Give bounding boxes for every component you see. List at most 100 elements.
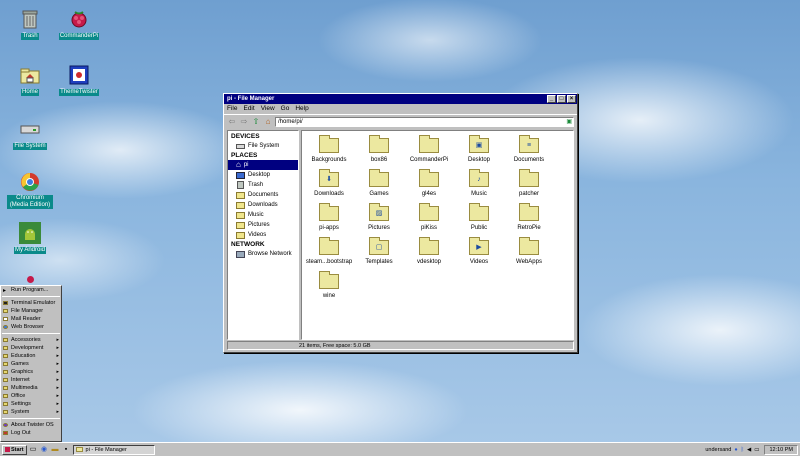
menu-item-log-out[interactable]: Log Out: [1, 429, 61, 437]
video-emblem-icon: ▶: [476, 244, 482, 251]
close-button[interactable]: ×: [567, 95, 576, 103]
file-item[interactable]: Backgrounds: [304, 135, 354, 170]
start-button[interactable]: Start: [2, 444, 27, 455]
file-name: steam...bootstrap: [305, 259, 353, 265]
file-item[interactable]: ♪ Music: [454, 169, 504, 204]
menu-category-graphics[interactable]: Graphics ▸: [1, 368, 61, 376]
file-item[interactable]: CommanderPi: [404, 135, 454, 170]
submenu-arrow-icon: ▸: [56, 369, 59, 375]
bluetooth-icon[interactable]: ᛒ: [741, 447, 744, 453]
menu-category-education[interactable]: Education ▸: [1, 352, 61, 360]
maximize-button[interactable]: □: [557, 95, 566, 103]
picture-emblem-icon: ▨: [375, 210, 383, 217]
sidebar-item-music[interactable]: Music: [228, 210, 298, 220]
toolbar: ⇦ ⇨ ⇧ ⌂ /home/pi/ ▣: [224, 114, 577, 128]
menu-category-games[interactable]: Games ▸: [1, 360, 61, 368]
file-item[interactable]: WebApps: [504, 237, 554, 272]
sidebar-item-desktop[interactable]: Desktop: [228, 170, 298, 180]
desktop-icon-filesystem[interactable]: File System: [0, 118, 60, 150]
file-item[interactable]: Public: [454, 203, 504, 238]
desktop-icon-commanderpi[interactable]: CommanderPi: [49, 8, 109, 40]
file-item[interactable]: ≡ Documents: [504, 135, 554, 170]
file-item[interactable]: wine: [304, 271, 354, 306]
menu-category-internet[interactable]: Internet ▸: [1, 376, 61, 384]
go-icon[interactable]: ▣: [566, 118, 572, 126]
menu-item-web-browser[interactable]: Web Browser: [1, 323, 61, 331]
sidebar-item-pi[interactable]: ⌂ pi: [228, 160, 298, 170]
menu-go[interactable]: Go: [281, 104, 290, 114]
sidebar-item-browse-network[interactable]: Browse Network: [228, 249, 298, 259]
menu-category-multimedia[interactable]: Multimedia ▸: [1, 384, 61, 392]
file-item[interactable]: vdesktop: [404, 237, 454, 272]
sidebar-item-videos[interactable]: Videos: [228, 230, 298, 240]
menu-view[interactable]: View: [261, 104, 275, 114]
sidebar-item-trash[interactable]: Trash: [228, 180, 298, 190]
file-view[interactable]: Backgrounds box86 CommanderPi ▣ Desktop ≡ Docu…: [301, 130, 574, 340]
file-item[interactable]: Games: [354, 169, 404, 204]
menu-item-run-program[interactable]: ▸ Run Program...: [1, 286, 61, 294]
file-manager-window[interactable]: pi - File Manager _ □ × File Edit View G…: [223, 93, 578, 353]
desktop-icon-myandroid[interactable]: My Android: [0, 222, 60, 254]
sidebar-item-documents[interactable]: Documents: [228, 190, 298, 200]
submenu-arrow-icon: ▸: [56, 377, 59, 383]
forward-arrow-icon[interactable]: ⇨: [239, 117, 249, 127]
file-item[interactable]: steam...bootstrap: [304, 237, 354, 272]
menu-category-settings[interactable]: Settings ▸: [1, 400, 61, 408]
minimize-button[interactable]: _: [547, 95, 556, 103]
file-item[interactable]: gl4es: [404, 169, 454, 204]
path-input[interactable]: /home/pi/ ▣: [275, 116, 574, 127]
file-name: Public: [470, 225, 488, 231]
home-icon[interactable]: ⌂: [263, 117, 273, 127]
menu-file[interactable]: File: [227, 104, 237, 114]
menu-category-accessories[interactable]: Accessories ▸: [1, 336, 61, 344]
menu-item-file-manager[interactable]: File Manager: [1, 307, 61, 315]
home-icon: ⌂: [236, 160, 241, 169]
menu-help[interactable]: Help: [295, 104, 308, 114]
sidebar-item-filesystem[interactable]: File System: [228, 141, 298, 151]
network-icon[interactable]: ●: [734, 447, 737, 453]
desktop-show-icon[interactable]: ▭: [29, 445, 38, 454]
file-item[interactable]: patcher: [504, 169, 554, 204]
menu-item-about[interactable]: About Twister OS: [1, 421, 61, 429]
file-item[interactable]: RetroPie: [504, 203, 554, 238]
run-icon: ▸: [3, 288, 7, 294]
file-item[interactable]: ▣ Desktop: [454, 135, 504, 170]
folder-icon[interactable]: ▬: [51, 445, 60, 454]
file-item[interactable]: ▨ Pictures: [354, 203, 404, 238]
task-file-manager[interactable]: pi - File Manager: [72, 444, 155, 455]
sidebar-item-pictures[interactable]: Pictures: [228, 220, 298, 230]
sidebar-item-downloads[interactable]: Downloads: [228, 200, 298, 210]
menu-item-mail-reader[interactable]: Mail Reader: [1, 315, 61, 323]
display-icon[interactable]: ▭: [754, 447, 759, 453]
start-logo-icon: [5, 447, 10, 452]
desktop-icon-chromium[interactable]: Chromium (Media Edition): [0, 171, 60, 209]
window-titlebar[interactable]: pi - File Manager _ □ ×: [224, 94, 577, 104]
up-arrow-icon[interactable]: ⇧: [251, 117, 261, 127]
menu-category-development[interactable]: Development ▸: [1, 344, 61, 352]
file-item[interactable]: ▶ Videos: [454, 237, 504, 272]
file-item[interactable]: box86: [354, 135, 404, 170]
folder-icon: [319, 237, 339, 255]
chromium-icon: [19, 171, 41, 193]
logout-icon: [3, 431, 8, 435]
desktop-icon-themetwister[interactable]: ThemeTwister: [49, 64, 109, 96]
file-item[interactable]: ⬇ Downloads: [304, 169, 354, 204]
menu-edit[interactable]: Edit: [243, 104, 254, 114]
globe-icon[interactable]: ◉: [40, 445, 49, 454]
home-folder-icon: [19, 64, 41, 86]
menu-item-terminal[interactable]: Terminal Emulator: [1, 299, 61, 307]
folder-icon: [319, 271, 339, 289]
file-item[interactable]: ▢ Templates: [354, 237, 404, 272]
folder-icon: [419, 203, 439, 221]
category-folder-icon: [3, 370, 8, 374]
terminal-icon[interactable]: ▪: [62, 445, 71, 454]
volume-icon[interactable]: ◀: [747, 447, 751, 453]
menu-category-system[interactable]: System ▸: [1, 408, 61, 416]
folder-icon: [519, 203, 539, 221]
back-arrow-icon[interactable]: ⇦: [227, 117, 237, 127]
menu-category-office[interactable]: Office ▸: [1, 392, 61, 400]
clock[interactable]: 12:10 PM: [764, 444, 798, 455]
file-item[interactable]: piKiss: [404, 203, 454, 238]
folder-icon: [236, 211, 245, 219]
file-item[interactable]: pi-apps: [304, 203, 354, 238]
